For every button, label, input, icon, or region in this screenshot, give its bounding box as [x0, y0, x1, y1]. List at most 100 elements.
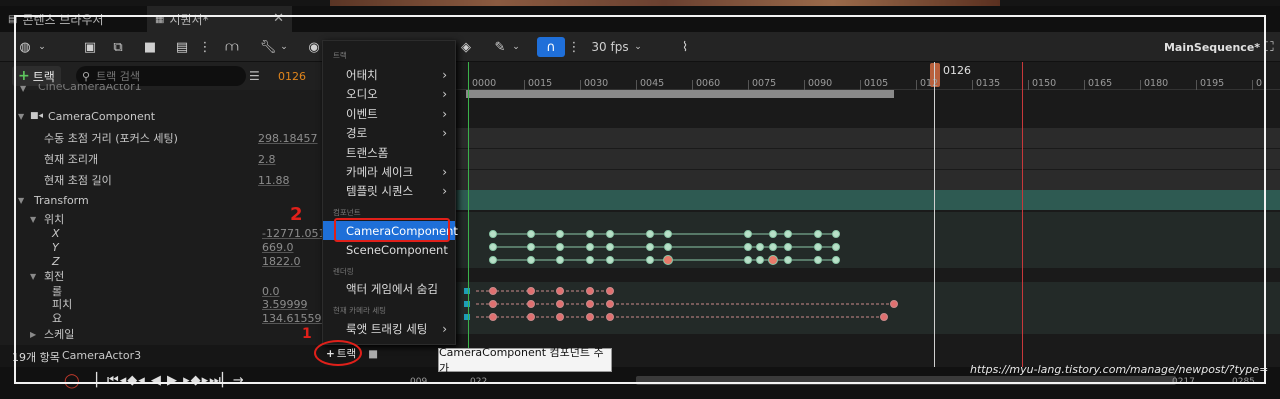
plus-icon: +	[18, 68, 30, 84]
row-label: CameraComponent	[48, 109, 156, 123]
keyframe	[646, 256, 654, 264]
menu-item-hide-in-game[interactable]: 액터 게임에서 숨김	[323, 279, 455, 298]
keyframe	[556, 313, 564, 321]
keyframe	[489, 256, 497, 264]
annotation-number: 1	[302, 326, 312, 342]
menu-item-label: 경로	[346, 125, 368, 140]
find-asset-icon[interactable]: ⧉	[108, 37, 128, 57]
brush-icon[interactable]: ✎	[490, 37, 510, 57]
save-icon[interactable]: ▣	[80, 37, 100, 57]
tab-content-browser[interactable]: ▤ 콘텐츠 브라우저	[0, 6, 145, 32]
menu-item-label: 액터 게임에서 숨김	[346, 281, 438, 296]
plus-icon: +	[326, 347, 335, 360]
row-value[interactable]: 2.8	[258, 153, 276, 166]
menu-item-camera-shake[interactable]: 카메라 셰이크 ›	[323, 162, 455, 181]
eye-icon[interactable]: ◉	[304, 37, 324, 57]
row-value[interactable]: 1822.0	[262, 255, 301, 268]
menu-item-template-sequence[interactable]: 템플릿 시퀀스 ›	[323, 181, 455, 200]
chevron-down-icon[interactable]: ⌄	[278, 37, 290, 57]
more-options-icon[interactable]: ⋮	[199, 37, 212, 57]
world-icon[interactable]: ◍	[16, 37, 34, 57]
camera-icon[interactable]: ■	[140, 37, 160, 57]
collapse-caret-icon[interactable]: ▼	[18, 112, 24, 121]
add-track-label: 트랙	[336, 348, 357, 360]
row-value[interactable]: 669.0	[262, 241, 294, 254]
collapse-caret-icon[interactable]: ▼	[18, 196, 24, 205]
snap-options-icon[interactable]: ⋮	[568, 37, 581, 57]
chevron-down-icon[interactable]: ⌄	[36, 37, 48, 57]
keyframe-layer[interactable]	[456, 62, 1280, 367]
range-end-label[interactable]: 0285	[1232, 377, 1255, 387]
curve-editor-icon[interactable]: ⌇	[674, 37, 696, 57]
lock-icon[interactable]: ⛶	[1262, 37, 1276, 57]
track-search-input[interactable]	[96, 69, 237, 83]
submenu-arrow-icon: ›	[442, 86, 447, 101]
keyframe	[556, 300, 564, 308]
row-value[interactable]: 3.59999	[262, 298, 308, 311]
transport-controls[interactable]: ▏⏮◂◆◂ ◀ ▶ ▸◆▸⏭▏→	[96, 373, 245, 388]
chevron-down-icon[interactable]: ⌄	[510, 37, 522, 57]
row-label: 수동 초점 거리 (포커스 세팅)	[44, 132, 178, 145]
add-track-button[interactable]: + 트랙	[12, 66, 61, 86]
range-start-label[interactable]: 009	[410, 377, 427, 387]
row-label: Y	[52, 240, 59, 254]
key-icon[interactable]: ◈	[456, 37, 476, 57]
render-icon[interactable]: ⩋	[222, 37, 242, 57]
keyframe	[527, 256, 535, 264]
fps-dropdown[interactable]: 30 fps	[590, 37, 630, 57]
keyframe	[784, 230, 792, 238]
menu-item-label: 오디오	[346, 86, 378, 101]
snap-magnet-button[interactable]: ∩	[537, 37, 565, 57]
submenu-arrow-icon: ›	[442, 321, 447, 336]
close-icon[interactable]: ✕	[273, 11, 284, 26]
record-icon[interactable]: ◯	[64, 373, 80, 389]
range-view-start-label[interactable]: 022	[470, 377, 487, 387]
keyframe	[606, 300, 614, 308]
row-label[interactable]: CameraActor3	[62, 349, 141, 362]
keyframe	[489, 313, 497, 321]
keyframe	[814, 230, 822, 238]
menu-item-lookat-tracking[interactable]: 룩앳 트래킹 세팅 ›	[323, 319, 455, 338]
menu-item-transform[interactable]: 트랜스폼	[323, 143, 455, 162]
keyframe	[464, 288, 470, 294]
keyframe	[489, 287, 497, 295]
menu-item-audio[interactable]: 오디오 ›	[323, 84, 455, 103]
tab-sequencer[interactable]: ▦ 시퀀서* ✕	[147, 6, 292, 32]
keyframe	[527, 300, 535, 308]
row-value[interactable]: 134.615598	[262, 312, 328, 325]
menu-item-attach[interactable]: 어태치 ›	[323, 65, 455, 84]
wrench-icon[interactable]: 🔧︎	[258, 37, 278, 57]
keyframe	[556, 256, 564, 264]
sequencer-icon: ▦	[155, 13, 165, 25]
collapse-caret-icon[interactable]: ▼	[20, 84, 26, 93]
clapper-icon[interactable]: ▤	[172, 37, 192, 57]
keyframe	[784, 243, 792, 251]
playback-end-marker[interactable]	[1022, 62, 1023, 367]
camera-icon[interactable]: ■	[368, 348, 378, 360]
row-value[interactable]: 11.88	[258, 174, 290, 187]
chevron-down-icon[interactable]: ⌄	[632, 37, 644, 57]
keyframe	[527, 313, 535, 321]
row-value[interactable]: -12771.051	[262, 227, 325, 240]
keyframe	[769, 243, 777, 251]
keyframe	[756, 243, 764, 251]
collapse-caret-icon[interactable]: ▼	[30, 272, 36, 281]
menu-item-event[interactable]: 이벤트 ›	[323, 104, 455, 123]
submenu-arrow-icon: ›	[442, 106, 447, 121]
add-track-button-bottom[interactable]: + 트랙 ■	[326, 346, 378, 361]
expand-caret-icon[interactable]: ▶	[30, 330, 36, 339]
current-frame[interactable]: 0126	[278, 70, 306, 83]
menu-item-scene-component[interactable]: SceneComponent	[323, 240, 455, 259]
timeline-scrollbar[interactable]	[636, 376, 1176, 385]
menu-item-path[interactable]: 경로 ›	[323, 123, 455, 142]
keyframe	[832, 243, 840, 251]
range-view-end-label[interactable]: 0217	[1172, 377, 1195, 387]
row-value[interactable]: 298.18457	[258, 132, 318, 145]
keyframe	[527, 243, 535, 251]
filter-icon[interactable]: ☰	[249, 69, 260, 83]
collapse-caret-icon[interactable]: ▼	[30, 215, 36, 224]
playback-start-marker[interactable]	[468, 62, 469, 367]
timeline-area[interactable]: 0126 0000 0015 0030 0045 0060 0075 0090 …	[456, 62, 1280, 367]
keyframe	[756, 256, 764, 264]
add-track-label: 트랙	[32, 69, 55, 84]
